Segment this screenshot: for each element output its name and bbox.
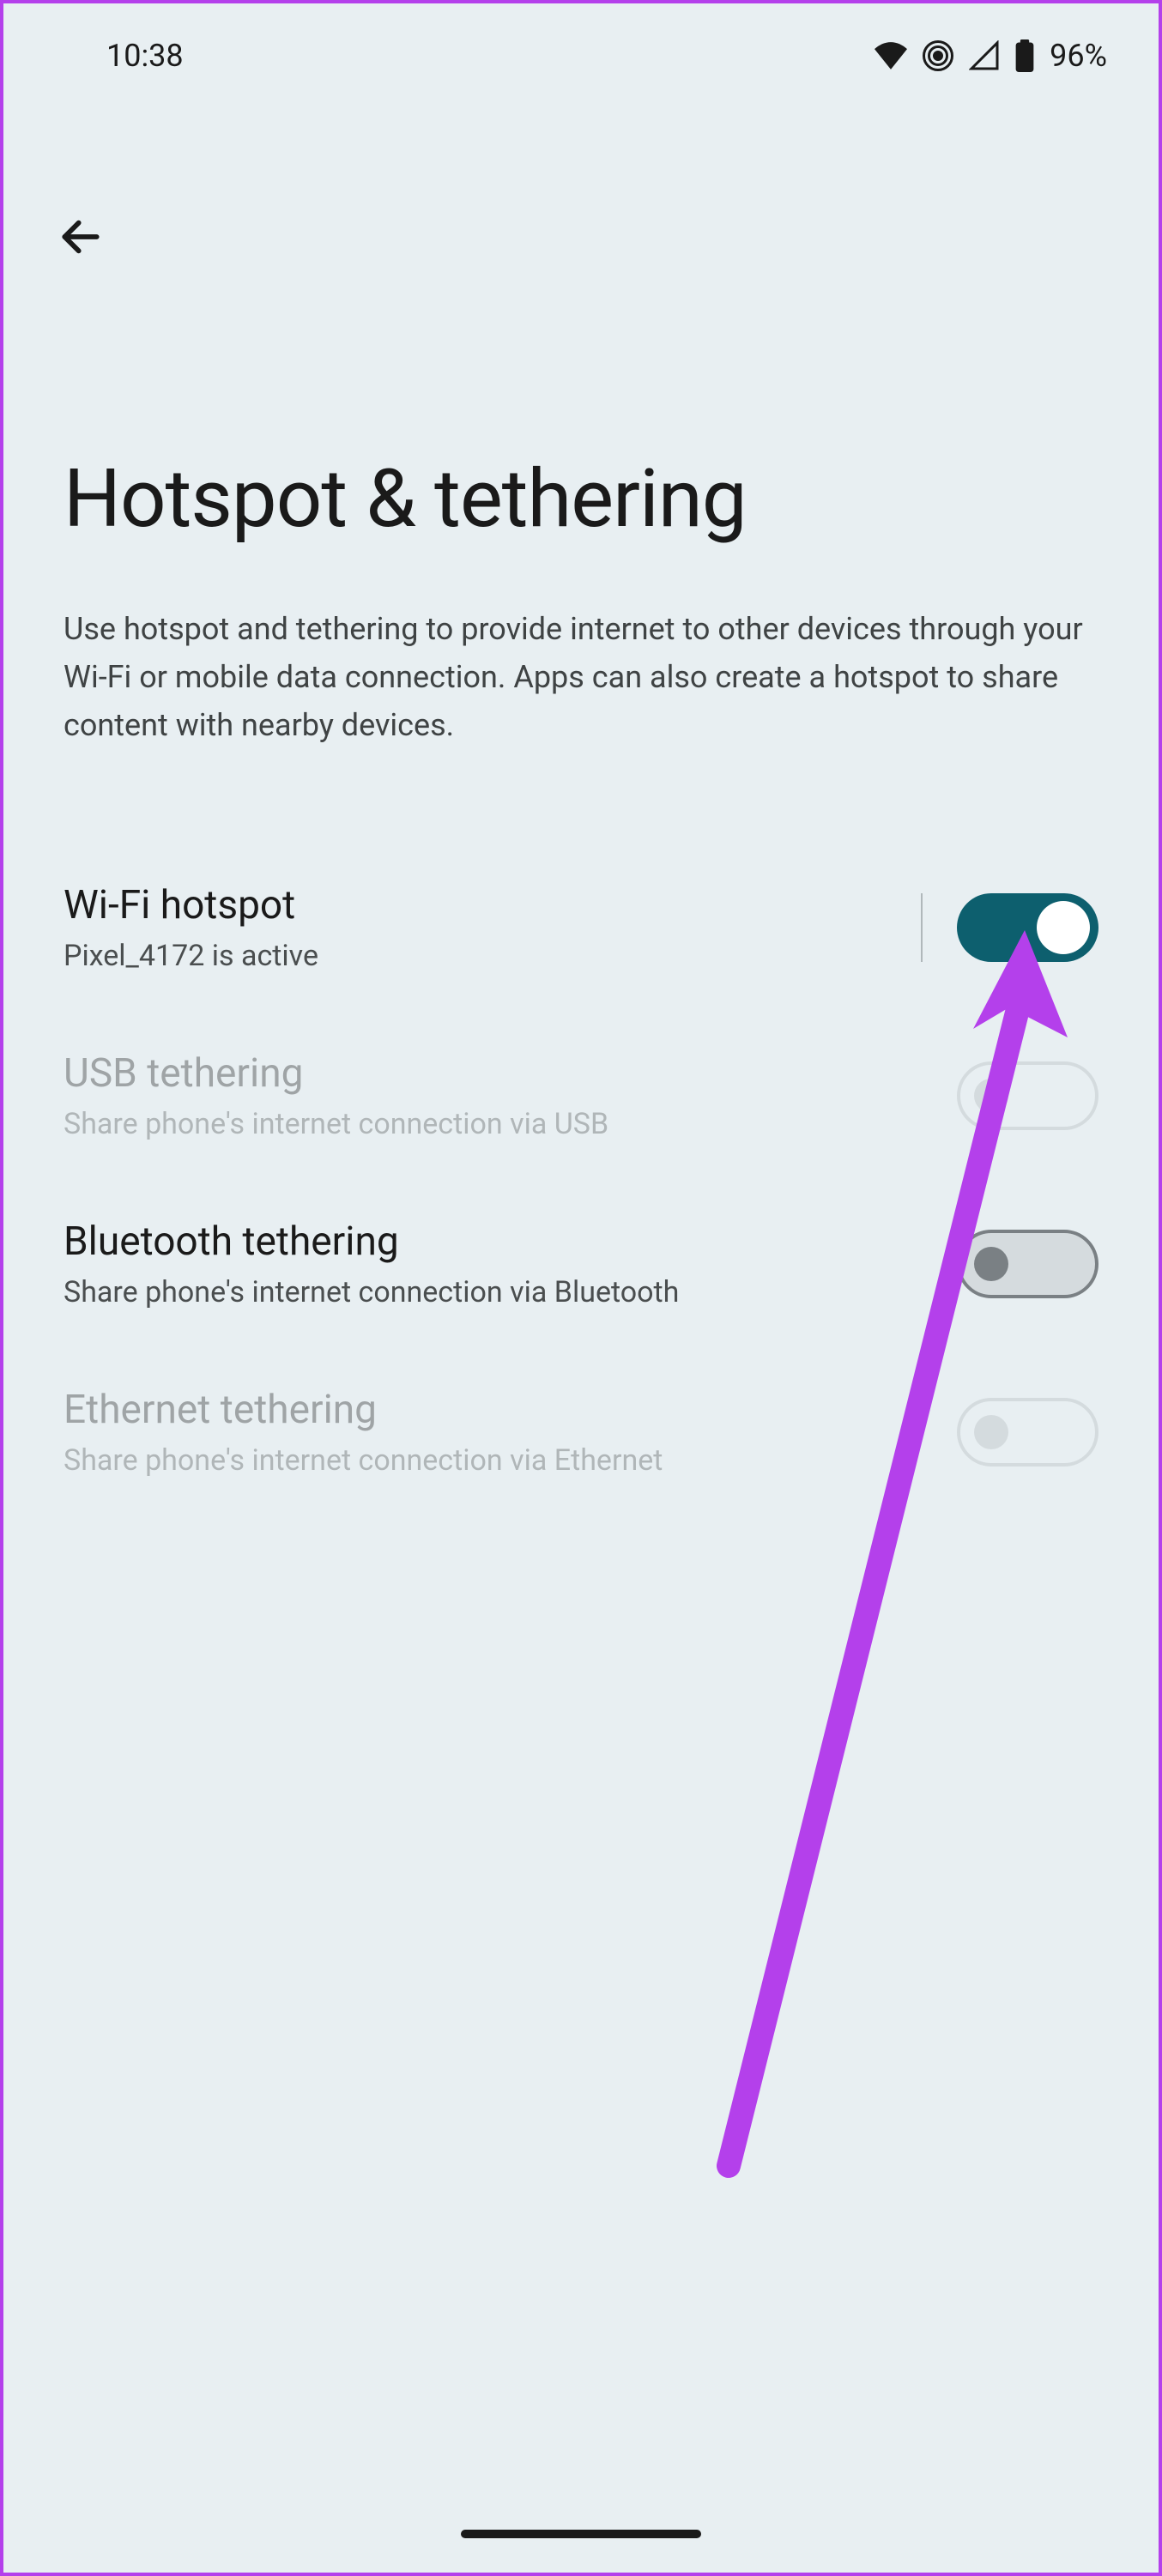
toggle-thumb — [974, 1247, 1008, 1281]
ethernet-tethering-toggle — [957, 1398, 1098, 1466]
usb-tethering-toggle — [957, 1061, 1098, 1130]
setting-bluetooth-tethering-title: Bluetooth tethering — [64, 1218, 957, 1265]
cellular-icon — [969, 40, 1000, 71]
setting-wifi-hotspot-text[interactable]: Wi-Fi hotspot Pixel_4172 is active — [64, 882, 895, 973]
divider — [921, 893, 923, 962]
setting-ethernet-tethering-text: Ethernet tethering Share phone's interne… — [64, 1387, 957, 1478]
battery-icon — [1015, 39, 1034, 72]
setting-bluetooth-tethering: Bluetooth tethering Share phone's intern… — [3, 1180, 1159, 1348]
setting-bluetooth-tethering-subtitle: Share phone's internet connection via Bl… — [64, 1275, 957, 1309]
setting-wifi-hotspot-subtitle: Pixel_4172 is active — [64, 939, 895, 973]
setting-ethernet-tethering-subtitle: Share phone's internet connection via Et… — [64, 1443, 957, 1478]
page-title: Hotspot & tethering — [64, 451, 1098, 546]
setting-bluetooth-tethering-text[interactable]: Bluetooth tethering Share phone's intern… — [64, 1218, 957, 1309]
setting-ethernet-tethering-title: Ethernet tethering — [64, 1387, 957, 1433]
setting-wifi-hotspot: Wi-Fi hotspot Pixel_4172 is active — [3, 844, 1159, 1012]
hotspot-icon — [923, 40, 953, 71]
setting-usb-tethering-subtitle: Share phone's internet connection via US… — [64, 1107, 957, 1141]
setting-ethernet-tethering: Ethernet tethering Share phone's interne… — [3, 1348, 1159, 1516]
back-button[interactable] — [46, 203, 115, 271]
device-frame: 10:38 — [0, 0, 1162, 2576]
setting-usb-tethering-text: USB tethering Share phone's internet con… — [64, 1050, 957, 1141]
wifi-icon — [875, 42, 907, 70]
setting-usb-tethering-title: USB tethering — [64, 1050, 957, 1097]
toggle-thumb — [974, 1415, 1008, 1449]
toggle-thumb — [1037, 901, 1090, 954]
battery-percent: 96% — [1050, 38, 1107, 74]
toggle-thumb — [974, 1079, 1008, 1113]
status-icons: 96% — [875, 38, 1107, 74]
setting-usb-tethering: USB tethering Share phone's internet con… — [3, 1012, 1159, 1180]
status-time: 10:38 — [106, 38, 184, 74]
status-bar: 10:38 — [3, 3, 1159, 91]
setting-wifi-hotspot-title: Wi-Fi hotspot — [64, 882, 895, 928]
page-description: Use hotspot and tethering to provide int… — [64, 606, 1098, 749]
navigation-bar[interactable] — [461, 2530, 701, 2538]
bluetooth-tethering-toggle[interactable] — [957, 1230, 1098, 1298]
wifi-hotspot-toggle[interactable] — [957, 893, 1098, 962]
arrow-left-icon — [57, 213, 105, 261]
